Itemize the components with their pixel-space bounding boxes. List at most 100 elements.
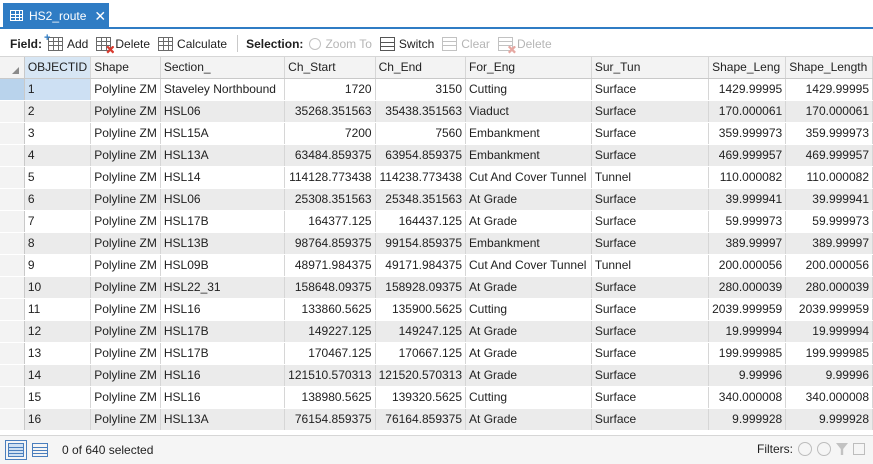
cell-section[interactable]: HSL13B — [160, 232, 286, 255]
cell-ch-start[interactable]: 158648.09375 — [284, 276, 376, 299]
cell-shape[interactable]: Polyline ZM — [90, 276, 161, 299]
cell-shape-leng[interactable]: 280.000039 — [708, 276, 787, 299]
column-header-shape-length[interactable]: Shape_Length — [785, 57, 873, 79]
cell-ch-end[interactable]: 158928.09375 — [375, 276, 467, 299]
cell-objectid[interactable]: 10 — [24, 276, 92, 299]
cell-sur-tun[interactable]: Surface — [591, 298, 710, 321]
table-row[interactable]: 4 Polyline ZM HSL13A 63484.859375 63954.8593… — [0, 144, 873, 167]
cell-ch-start[interactable]: 63484.859375 — [284, 144, 376, 167]
cell-section[interactable]: HSL16 — [160, 364, 286, 387]
cell-for-eng[interactable]: At Grade — [465, 408, 592, 431]
table-row[interactable]: 14 Polyline ZM HSL16 121510.570313 121520.57… — [0, 364, 873, 387]
cell-shape-leng[interactable]: 2039.999959 — [708, 298, 787, 321]
cell-sur-tun[interactable]: Surface — [591, 276, 710, 299]
cell-objectid[interactable]: 9 — [24, 254, 92, 277]
cell-for-eng[interactable]: At Grade — [465, 276, 592, 299]
cell-shape[interactable]: Polyline ZM — [90, 166, 161, 189]
cell-objectid[interactable]: 12 — [24, 320, 92, 343]
cell-section[interactable]: HSL13A — [160, 408, 286, 431]
cell-shape-length[interactable]: 59.999973 — [785, 210, 873, 233]
cell-for-eng[interactable]: Cut And Cover Tunnel — [465, 254, 592, 277]
cell-for-eng[interactable]: Embankment — [465, 232, 592, 255]
cell-section[interactable]: HSL17B — [160, 210, 286, 233]
cell-shape-leng[interactable]: 9.999928 — [708, 408, 787, 431]
cell-section[interactable]: HSL17B — [160, 342, 286, 365]
cell-shape-leng[interactable]: 19.999994 — [708, 320, 787, 343]
delete-selection-button[interactable]: Delete — [497, 36, 552, 51]
cell-shape-length[interactable]: 2039.999959 — [785, 298, 873, 321]
cell-sur-tun[interactable]: Tunnel — [591, 254, 710, 277]
cell-section[interactable]: HSL16 — [160, 298, 286, 321]
cell-for-eng[interactable]: At Grade — [465, 188, 592, 211]
cell-shape-leng[interactable]: 389.99997 — [708, 232, 787, 255]
cell-for-eng[interactable]: Viaduct — [465, 100, 592, 123]
extent-filter-icon[interactable] — [798, 442, 812, 456]
table-row[interactable]: 16 Polyline ZM HSL13A 76154.859375 76164.859… — [0, 408, 873, 431]
cell-sur-tun[interactable]: Surface — [591, 122, 710, 145]
cell-ch-end[interactable]: 49171.984375 — [375, 254, 467, 277]
cell-ch-start[interactable]: 25308.351563 — [284, 188, 376, 211]
cell-ch-end[interactable]: 25348.351563 — [375, 188, 467, 211]
column-header-objectid[interactable]: OBJECTID — [24, 57, 92, 79]
row-selector[interactable] — [0, 298, 25, 321]
add-field-button[interactable]: Add — [44, 32, 88, 51]
cell-shape-length[interactable]: 199.999985 — [785, 342, 873, 365]
cell-shape[interactable]: Polyline ZM — [90, 254, 161, 277]
range-filter-icon[interactable] — [853, 443, 865, 455]
cell-shape-length[interactable]: 359.999973 — [785, 122, 873, 145]
table-row[interactable]: 6 Polyline ZM HSL06 25308.351563 25348.35156… — [0, 188, 873, 211]
cell-ch-start[interactable]: 76154.859375 — [284, 408, 376, 431]
table-row[interactable]: 7 Polyline ZM HSL17B 164377.125 164437.125 At… — [0, 210, 873, 233]
column-header-ch-start[interactable]: Ch_Start — [284, 57, 376, 79]
cell-objectid[interactable]: 1 — [24, 78, 92, 101]
cell-shape[interactable]: Polyline ZM — [90, 188, 161, 211]
table-row[interactable]: 10 Polyline ZM HSL22_31 158648.09375 158928.… — [0, 276, 873, 299]
cell-section[interactable]: HSL15A — [160, 122, 286, 145]
cell-ch-end[interactable]: 139320.5625 — [375, 386, 467, 409]
cell-shape[interactable]: Polyline ZM — [90, 298, 161, 321]
cell-sur-tun[interactable]: Surface — [591, 210, 710, 233]
cell-for-eng[interactable]: At Grade — [465, 364, 592, 387]
cell-ch-start[interactable]: 164377.125 — [284, 210, 376, 233]
cell-ch-end[interactable]: 149247.125 — [375, 320, 467, 343]
row-selector[interactable] — [0, 254, 25, 277]
row-selector[interactable] — [0, 210, 25, 233]
cell-ch-end[interactable]: 99154.859375 — [375, 232, 467, 255]
cell-sur-tun[interactable]: Surface — [591, 144, 710, 167]
cell-objectid[interactable]: 14 — [24, 364, 92, 387]
row-selector[interactable] — [0, 320, 25, 343]
cell-objectid[interactable]: 6 — [24, 188, 92, 211]
table-row[interactable]: 12 Polyline ZM HSL17B 149227.125 149247.125 A… — [0, 320, 873, 343]
cell-shape-leng[interactable]: 359.999973 — [708, 122, 787, 145]
cell-for-eng[interactable]: Embankment — [465, 144, 592, 167]
column-header-for-eng[interactable]: For_Eng — [465, 57, 592, 79]
table-row[interactable]: 11 Polyline ZM HSL16 133860.5625 135900.5625… — [0, 298, 873, 321]
cell-section[interactable]: HSL06 — [160, 100, 286, 123]
cell-shape-leng[interactable]: 199.999985 — [708, 342, 787, 365]
cell-shape-length[interactable]: 170.000061 — [785, 100, 873, 123]
cell-shape-leng[interactable]: 1429.99995 — [708, 78, 787, 101]
cell-ch-end[interactable]: 35438.351563 — [375, 100, 467, 123]
cell-ch-end[interactable]: 7560 — [375, 122, 467, 145]
cell-ch-end[interactable]: 3150 — [375, 78, 467, 101]
cell-shape-length[interactable]: 19.999994 — [785, 320, 873, 343]
cell-shape-length[interactable]: 110.000082 — [785, 166, 873, 189]
cell-ch-end[interactable]: 121520.570313 — [375, 364, 467, 387]
cell-shape-length[interactable]: 280.000039 — [785, 276, 873, 299]
row-selector[interactable] — [0, 386, 25, 409]
row-selector[interactable] — [0, 342, 25, 365]
tab-hs2-route[interactable]: HS2_route ✕ — [3, 3, 109, 28]
cell-shape-leng[interactable]: 9.99996 — [708, 364, 787, 387]
row-selector[interactable] — [0, 144, 25, 167]
cell-ch-start[interactable]: 35268.351563 — [284, 100, 376, 123]
cell-ch-start[interactable]: 7200 — [284, 122, 376, 145]
row-selector[interactable] — [0, 122, 25, 145]
cell-for-eng[interactable]: Embankment — [465, 122, 592, 145]
cell-objectid[interactable]: 16 — [24, 408, 92, 431]
cell-ch-end[interactable]: 114238.773438 — [375, 166, 467, 189]
cell-section[interactable]: HSL06 — [160, 188, 286, 211]
cell-shape[interactable]: Polyline ZM — [90, 122, 161, 145]
cell-shape[interactable]: Polyline ZM — [90, 408, 161, 431]
table-row[interactable]: 15 Polyline ZM HSL16 138980.5625 139320.5625… — [0, 386, 873, 409]
cell-section[interactable]: HSL22_31 — [160, 276, 286, 299]
